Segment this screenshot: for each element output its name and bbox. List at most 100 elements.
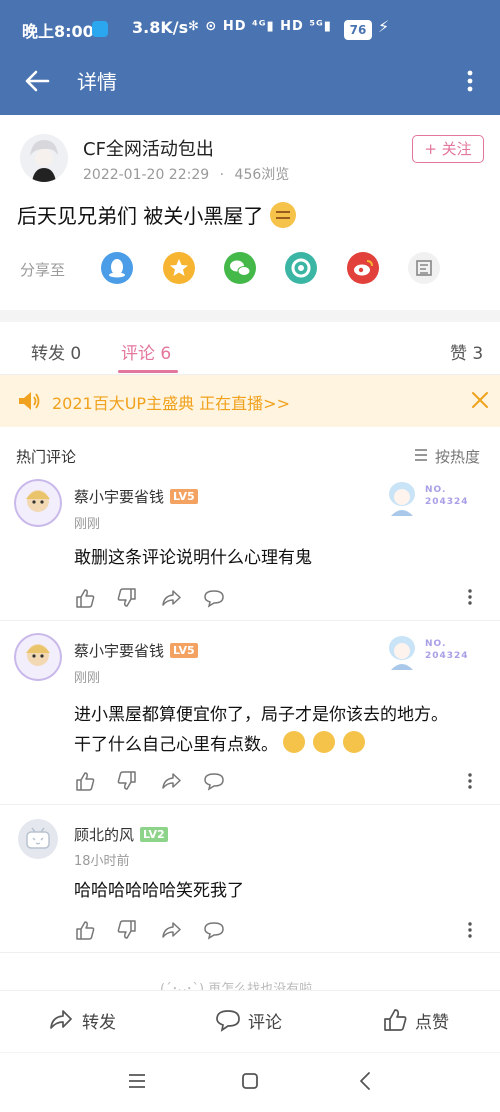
thumbs-up-icon[interactable] [382, 1007, 408, 1033]
follow-button[interactable]: + 关注 [412, 135, 484, 163]
app-notification-icon [92, 21, 108, 37]
username-text[interactable]: 顾北的风 [74, 826, 134, 844]
qq-share-icon[interactable] [101, 252, 133, 284]
comment-more-icon[interactable] [466, 772, 474, 790]
badge-character-icon [389, 482, 415, 516]
comment-more-icon[interactable] [466, 588, 474, 606]
copy-link-share-icon[interactable] [408, 252, 440, 284]
back-icon[interactable] [355, 1070, 377, 1092]
meta-separator: · [219, 167, 225, 183]
emoji-icon [269, 202, 296, 228]
comment-time: 刚刚 [74, 671, 101, 686]
speaker-icon [19, 392, 40, 410]
share-icon[interactable] [160, 587, 182, 609]
dislike-icon[interactable] [116, 587, 138, 609]
badge-no-label: NO. [425, 485, 447, 495]
post-text-content: 后天见兄弟们 被关小黑屋了 [17, 204, 264, 228]
like-icon[interactable] [74, 919, 96, 941]
comment-icon[interactable] [215, 1007, 241, 1033]
post-views: 456浏览 [234, 167, 290, 183]
comment-text: 进小黑屋都算便宜你了，局子才是你该去的地方。 干了什么自己心里有点数。 [74, 700, 494, 760]
post-text: 后天见兄弟们 被关小黑屋了 [17, 200, 296, 229]
tab-repost[interactable]: 转发 0 [31, 339, 81, 364]
comment-divider [0, 804, 500, 805]
reply-icon[interactable] [203, 770, 225, 792]
page-title: 详情 [77, 70, 117, 94]
dislike-icon[interactable] [116, 770, 138, 792]
home-icon[interactable] [239, 1070, 261, 1092]
username-text[interactable]: 蔡小宇要省钱 [74, 488, 164, 506]
post-date: 2022-01-20 22:29 [83, 167, 210, 183]
tab-comments[interactable]: 评论 6 [121, 339, 171, 364]
charging-icon: ⚡ [378, 17, 390, 36]
comment-time: 18小时前 [74, 854, 130, 869]
emoji-icon [313, 731, 336, 753]
weibo-share-icon[interactable] [347, 252, 379, 284]
like-icon[interactable] [74, 770, 96, 792]
qzone-share-icon[interactable] [163, 252, 195, 284]
reply-icon[interactable] [203, 919, 225, 941]
comment-text: 哈哈哈哈哈哈笑死我了 [74, 876, 494, 906]
level-badge: LV2 [140, 827, 168, 842]
comment-time: 刚刚 [74, 517, 101, 532]
comment-username[interactable]: 顾北的风 LV2 [74, 824, 168, 845]
badge-number: NO. 204324 [425, 638, 469, 662]
network-speed: 3.8K/s [132, 18, 189, 37]
share-label: 分享至 [20, 261, 66, 279]
commenter-avatar[interactable] [14, 633, 62, 681]
more-menu-icon[interactable] [462, 66, 478, 96]
dislike-icon[interactable] [116, 919, 138, 941]
commenter-avatar[interactable] [14, 479, 62, 527]
comment-text-line: 哈哈哈哈哈哈笑死我了 [74, 881, 244, 901]
badge-number: NO. 204324 [425, 484, 469, 508]
post-meta: 2022-01-20 22:29 · 456浏览 [83, 164, 289, 184]
emoji-icon [343, 731, 366, 753]
status-bar: 晚上8:00 3.8K/s ✻ ⊙ HD ⁴ᴳ▮ HD ⁵ᴳ▮ 76 ⚡ [0, 0, 500, 58]
username-text[interactable]: 蔡小宇要省钱 [74, 642, 164, 660]
comment-username[interactable]: 蔡小宇要省钱 LV5 [74, 486, 198, 507]
share-icon[interactable] [160, 770, 182, 792]
back-arrow-icon[interactable] [22, 66, 52, 96]
sort-button[interactable]: 按热度 [435, 446, 480, 467]
repost-button[interactable]: 转发 [82, 1008, 116, 1033]
emoji-icon [283, 731, 306, 753]
reply-icon[interactable] [203, 587, 225, 609]
comment-text-line: 干了什么自己心里有点数。 [74, 735, 278, 755]
badge-id: 204324 [425, 651, 469, 661]
status-time: 晚上8:00 [22, 22, 94, 41]
banner-text[interactable]: 2021百大UP主盛典 正在直播>> [52, 390, 290, 414]
comment-button[interactable]: 评论 [248, 1008, 282, 1033]
tab-active-indicator [118, 370, 178, 373]
tab-likes[interactable]: 赞 3 [450, 339, 483, 364]
comment-text-line: 进小黑屋都算便宜你了，局子才是你该去的地方。 [74, 705, 448, 725]
comment-divider [0, 952, 500, 953]
level-badge: LV5 [170, 489, 198, 504]
close-icon[interactable] [470, 389, 490, 411]
comment-more-icon[interactable] [466, 921, 474, 939]
author-name[interactable]: CF全网活动包出 [83, 135, 214, 161]
fan-badge: NO. 204324 [385, 478, 475, 518]
author-avatar[interactable] [20, 134, 68, 182]
signal-icons: ✻ ⊙ HD ⁴ᴳ▮ HD ⁵ᴳ▮ [188, 19, 332, 34]
commenter-avatar[interactable] [18, 819, 58, 859]
badge-id: 204324 [425, 497, 469, 507]
comment-username[interactable]: 蔡小宇要省钱 LV5 [74, 640, 198, 661]
wechat-share-icon[interactable] [224, 252, 256, 284]
level-badge: LV5 [170, 643, 198, 658]
badge-no-label: NO. [425, 639, 447, 649]
comment-divider [0, 620, 500, 621]
hot-comments-title: 热门评论 [16, 448, 77, 466]
app-header: 晚上8:00 3.8K/s ✻ ⊙ HD ⁴ᴳ▮ HD ⁵ᴳ▮ 76 ⚡ 详情 [0, 0, 500, 115]
comment-text-line: 敢删这条评论说明什么心理有鬼 [74, 548, 312, 568]
share-icon[interactable] [160, 919, 182, 941]
comment-text: 敢删这条评论说明什么心理有鬼 [74, 543, 494, 573]
sort-icon[interactable] [414, 448, 428, 462]
like-button[interactable]: 点赞 [415, 1008, 449, 1033]
fan-badge: NO. 204324 [385, 632, 475, 672]
menu-icon[interactable] [126, 1070, 148, 1092]
repost-icon[interactable] [48, 1007, 74, 1033]
section-divider [0, 310, 500, 322]
like-icon[interactable] [74, 587, 96, 609]
battery-icon: 76 [344, 20, 372, 40]
moments-share-icon[interactable] [285, 252, 317, 284]
